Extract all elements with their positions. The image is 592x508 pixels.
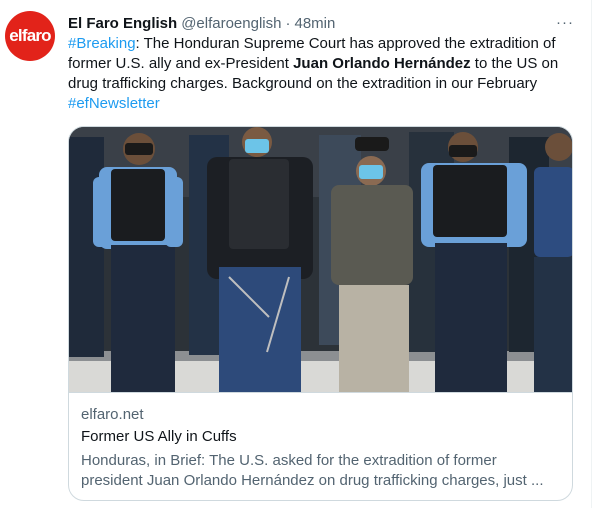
tweet-text-line: #Breaking: The Honduran Supreme Court ha… [68,34,578,54]
tweet-timestamp[interactable]: 48min [294,15,335,32]
tweet-text-segment: former U.S. ally and ex-President [68,55,294,72]
link-card[interactable]: elfaro.net Former US Ally in Cuffs Hondu… [68,126,573,501]
card-description-line: president Juan Orlando Hernández on drug… [81,472,544,489]
avatar[interactable]: elfaro [5,11,55,61]
author-handle[interactable]: @elfaroenglish [181,15,281,32]
header-separator: · [285,14,291,32]
card-description: Honduras, in Brief: The U.S. asked for t… [81,451,561,491]
tweet-text: #Breaking: The Honduran Supreme Court ha… [68,34,578,114]
tweet[interactable]: elfaro El Faro English @elfaroenglish · … [0,0,592,508]
more-options-button[interactable]: ··· [553,12,577,32]
hashtag-efnewsletter[interactable]: #efNewsletter [68,95,160,112]
card-domain: elfaro.net [81,406,144,423]
tweet-header: El Faro English @elfaroenglish · 48min [68,13,335,33]
tweet-text-line: former U.S. ally and ex-President Juan O… [68,54,578,74]
card-description-line: Honduras, in Brief: The U.S. asked for t… [81,452,497,469]
tweet-text-segment: to the US on [470,55,559,72]
author-display-name[interactable]: El Faro English [68,15,177,32]
card-title: Former US Ally in Cuffs [81,428,237,445]
hashtag-breaking[interactable]: #Breaking [68,35,136,52]
card-info: elfaro.net Former US Ally in Cuffs Hondu… [69,392,572,500]
tweet-text-line: #efNewsletter [68,94,578,114]
more-horizontal-icon: ··· [556,13,574,31]
avatar-logo-text: elfaro [9,26,51,45]
card-image[interactable] [69,127,572,392]
tweet-text-segment: : The Honduran Supreme Court has approve… [135,35,556,52]
tweet-text-bold-name: Juan Orlando Hernández [293,55,471,72]
tweet-text-line: drug trafficking charges. Background on … [68,75,538,92]
